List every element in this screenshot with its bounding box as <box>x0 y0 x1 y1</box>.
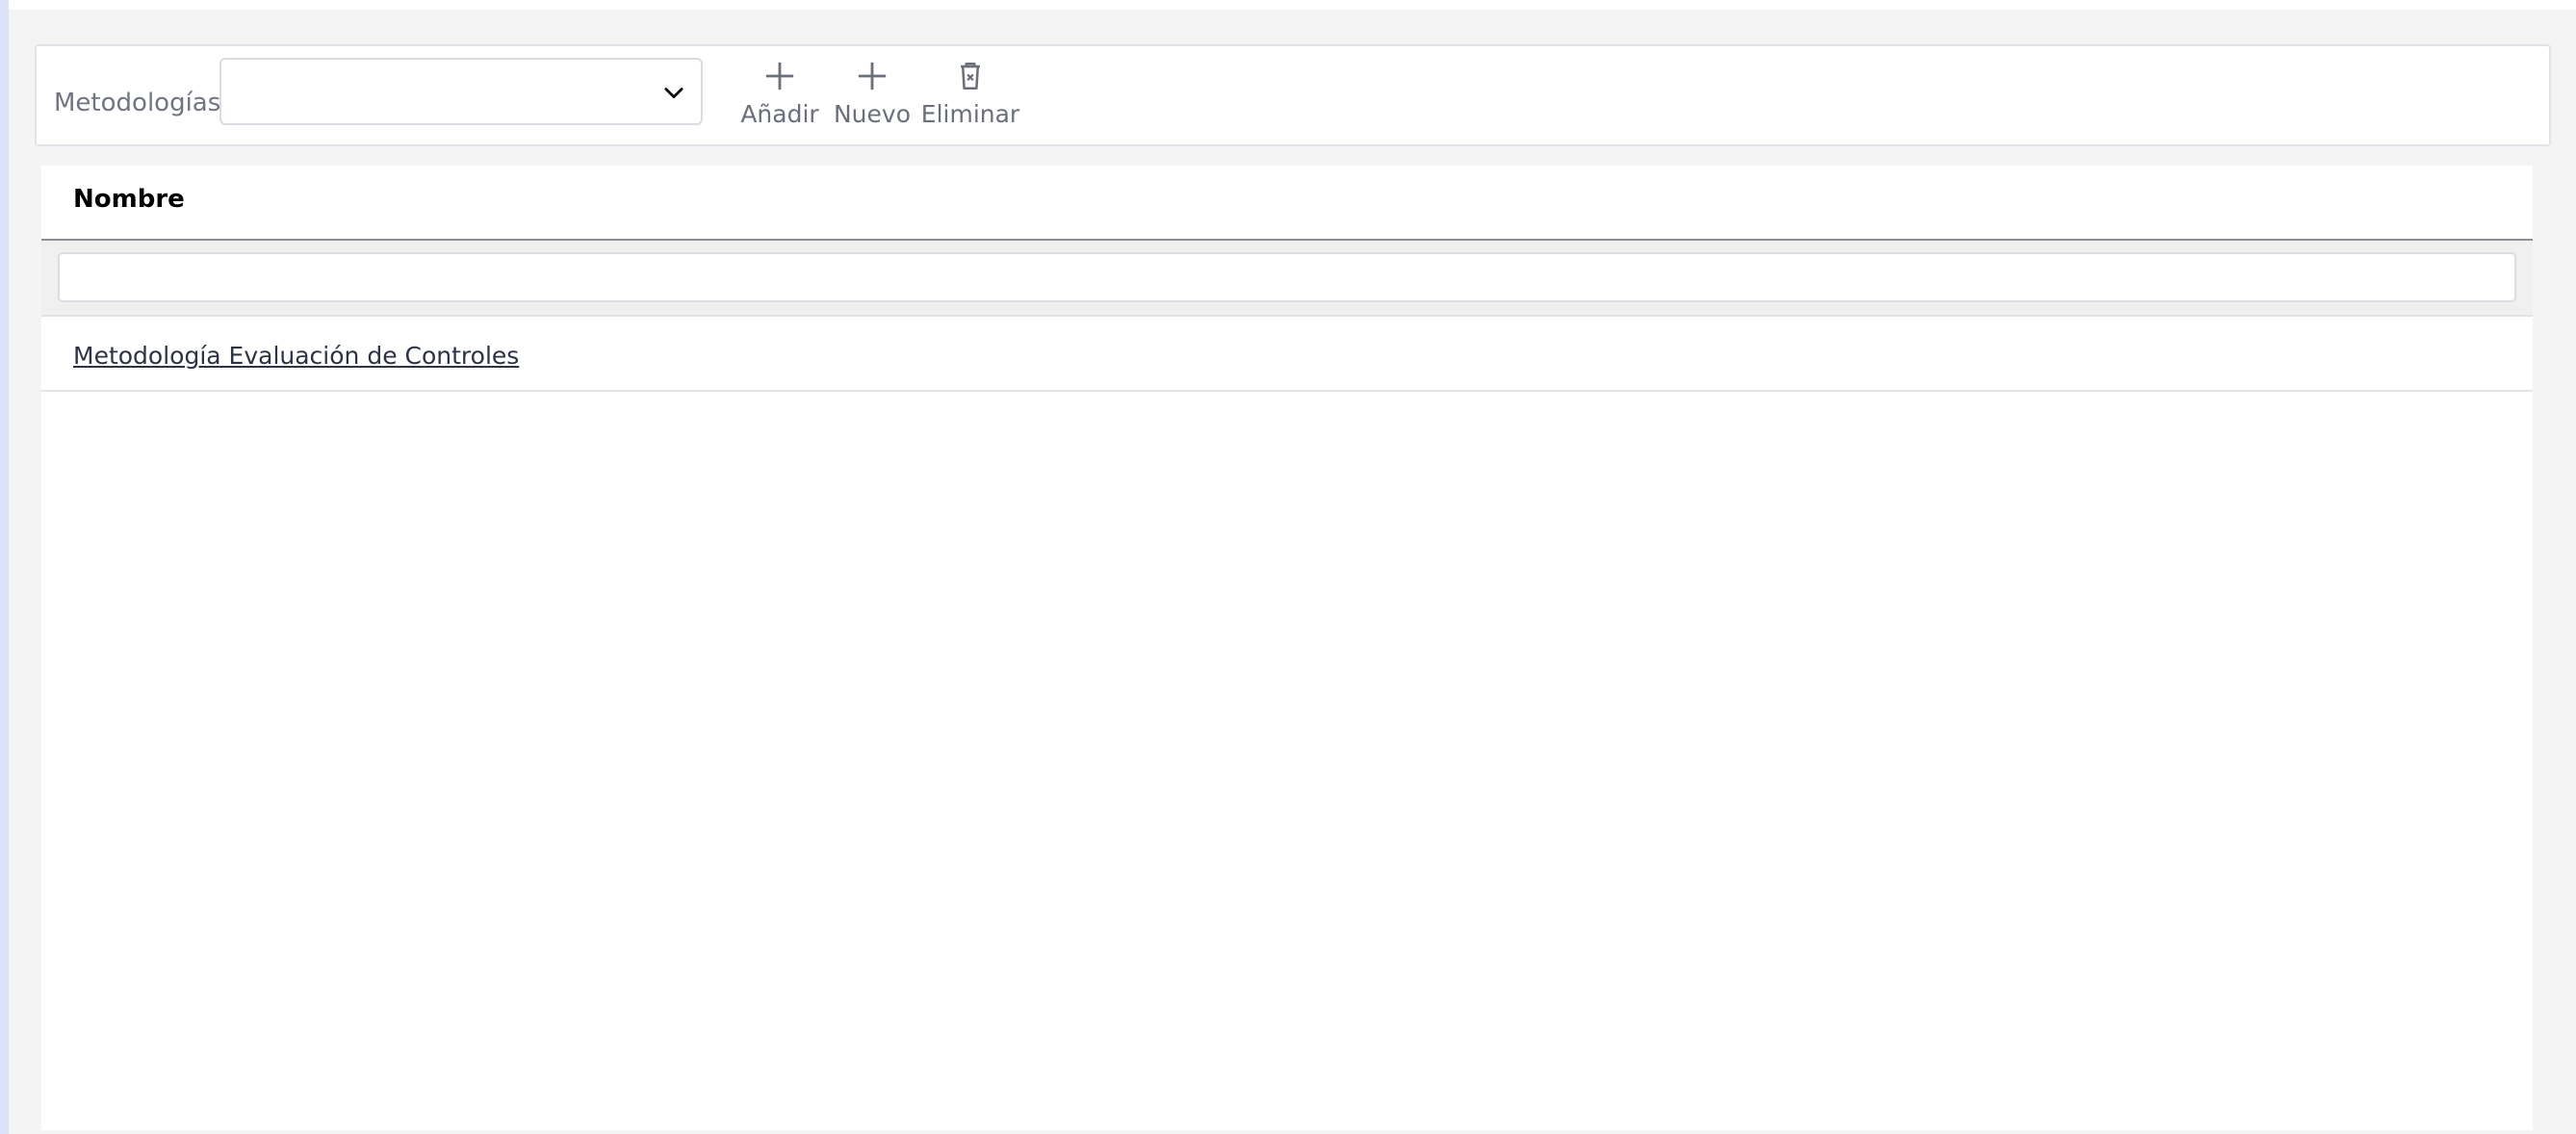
toolbar: Metodologías Añadir Nuevo Eliminar <box>35 44 2551 146</box>
new-button[interactable]: Nuevo <box>828 60 916 137</box>
nombre-filter-input[interactable] <box>58 252 2516 302</box>
table-row[interactable]: Metodología Evaluación de Controles <box>41 317 2533 392</box>
methodologies-select[interactable] <box>219 58 703 125</box>
left-accent-bar <box>0 0 9 1134</box>
add-button-label: Añadir <box>740 100 819 128</box>
methodologies-grid: Nombre Metodología Evaluación de Control… <box>41 166 2533 1130</box>
filter-row <box>41 241 2533 317</box>
plus-icon <box>858 62 887 90</box>
delete-button-label: Eliminar <box>920 100 1020 128</box>
trash-icon <box>961 62 980 90</box>
top-strip <box>9 0 2576 10</box>
new-button-label: Nuevo <box>833 100 912 128</box>
grid-header: Nombre <box>41 166 2533 241</box>
methodologies-label: Metodologías <box>54 89 221 117</box>
methodology-link[interactable]: Metodología Evaluación de Controles <box>73 342 519 370</box>
add-button[interactable]: Añadir <box>735 60 824 137</box>
delete-button[interactable]: Eliminar <box>916 60 1024 137</box>
chevron-down-icon <box>664 88 683 99</box>
column-header-nombre[interactable]: Nombre <box>73 185 185 214</box>
plus-icon <box>765 62 794 90</box>
